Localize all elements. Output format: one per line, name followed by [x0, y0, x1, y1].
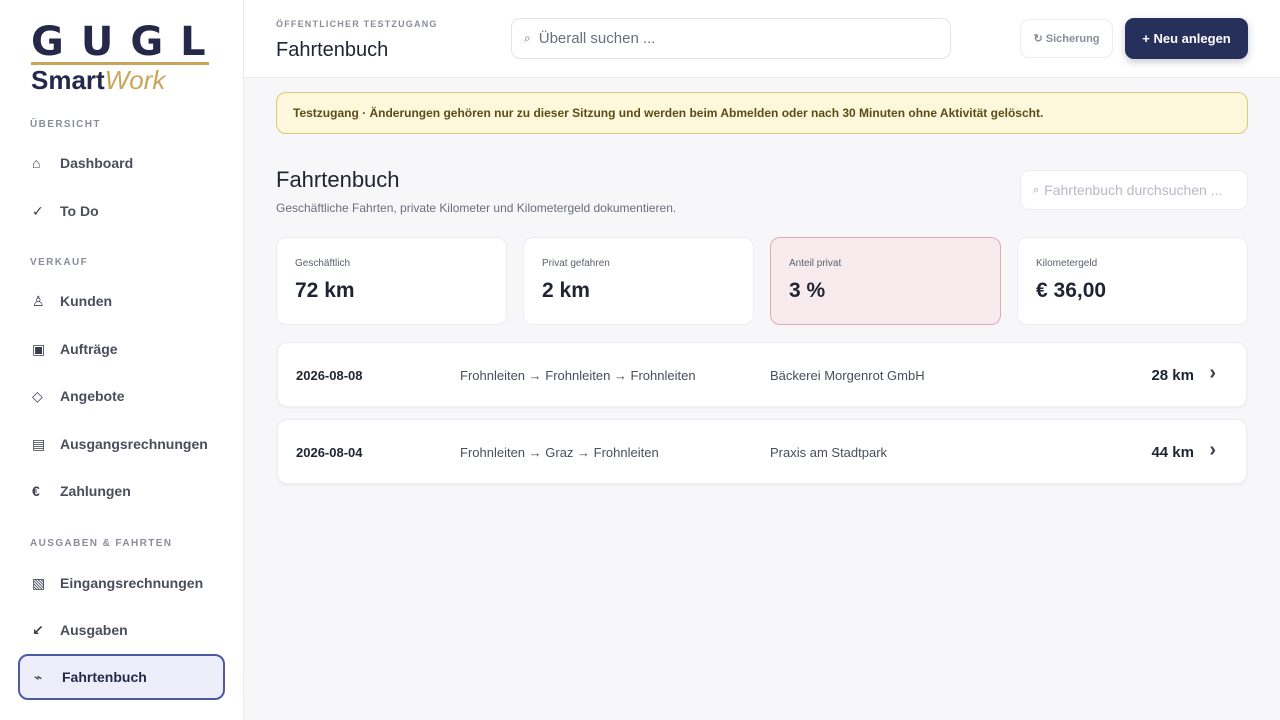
stat-card-private: Privat gefahren 2 km	[523, 237, 754, 325]
sidebar-item-dashboard[interactable]: ⌂ Dashboard	[18, 140, 225, 186]
backup-button[interactable]: ↻ Sicherung	[1020, 19, 1113, 58]
page-title: Fahrtenbuch	[276, 167, 400, 192]
sidebar-item-expenses[interactable]: ↙ Ausgaben	[18, 607, 225, 653]
sidebar-item-label: Fahrtenbuch	[62, 669, 147, 685]
person-icon: ♙	[32, 292, 45, 309]
sidebar-item-label: Kunden	[60, 293, 113, 309]
stat-value: € 36,00	[1036, 279, 1107, 302]
stat-value: 2 km	[542, 279, 590, 302]
trip-row[interactable]: 2026-08-08 Frohnleiten → Frohnleiten → F…	[277, 342, 1247, 407]
diamond-icon: ◇	[32, 387, 43, 404]
sidebar-item-label: Angebote	[60, 388, 125, 404]
stat-label: Privat gefahren	[542, 258, 610, 269]
sidebar-item-orders[interactable]: ▣ Aufträge	[18, 326, 225, 372]
search-icon: ⌕	[1033, 183, 1040, 196]
stat-value: 3 %	[789, 279, 826, 302]
top-header: ÖFFENTLICHER TESTZUGANG Fahrtenbuch ⌕ ↻ …	[244, 0, 1280, 78]
trip-customer: Praxis am Stadtpark	[770, 445, 888, 460]
arrow-down-left-icon: ↙	[32, 621, 44, 638]
trip-distance: 28 km	[1151, 367, 1194, 384]
sidebar-item-payments[interactable]: € Zahlungen	[18, 468, 225, 514]
search-icon: ⌕	[524, 31, 531, 45]
stat-value: 72 km	[295, 279, 355, 302]
logbook-search[interactable]: ⌕	[1020, 170, 1248, 210]
test-access-banner: Testzugang · Änderungen gehören nur zu d…	[276, 92, 1248, 134]
sidebar-item-label: Dashboard	[60, 155, 134, 171]
trip-row[interactable]: 2026-08-04 Frohnleiten → Graz → Frohnlei…	[277, 419, 1247, 484]
trip-customer: Bäckerei Morgenrot GmbH	[770, 368, 925, 383]
sidebar-item-label: Aufträge	[60, 341, 118, 357]
stat-card-mileage-allowance: Kilometergeld € 36,00	[1017, 237, 1248, 325]
sidebar-item-label: Zahlungen	[60, 483, 131, 499]
sidebar-item-customers[interactable]: ♙ Kunden	[18, 278, 225, 324]
global-search[interactable]: ⌕	[511, 18, 951, 59]
checkmark-icon: ✓	[32, 202, 44, 219]
stat-label: Geschäftlich	[295, 258, 351, 269]
stat-label: Kilometergeld	[1036, 258, 1098, 269]
sidebar-item-label: Ausgaben	[60, 622, 128, 638]
trip-route: Frohnleiten → Graz → Frohnleiten	[460, 445, 659, 460]
brand-logo[interactable]: GUGL SmartWork	[31, 22, 213, 94]
global-search-input[interactable]	[538, 30, 919, 47]
logo-wordmark-top: GUGL	[31, 19, 223, 65]
chevron-right-icon[interactable]: ›	[1209, 362, 1216, 385]
nav-section-overview: ÜBERSICHT	[30, 119, 101, 130]
sidebar-item-quotes[interactable]: ◇ Angebote	[18, 373, 225, 419]
home-icon: ⌂	[32, 155, 41, 171]
sidebar-item-label: Ausgangsrechnungen	[60, 436, 208, 452]
logo-wordmark-bottom: SmartWork	[31, 66, 213, 94]
stat-card-private-share: Anteil privat 3 %	[770, 237, 1001, 325]
sidebar-item-outgoing-invoices[interactable]: ▤ Ausgangsrechnungen	[18, 421, 225, 467]
stat-card-business: Geschäftlich 72 km	[276, 237, 507, 325]
logo-work: Work	[104, 65, 166, 95]
sidebar-item-incoming-invoices[interactable]: ▧ Eingangsrechnungen	[18, 560, 225, 606]
invoice-icon: ▤	[32, 435, 46, 452]
new-entry-button[interactable]: + Neu anlegen	[1125, 18, 1248, 59]
sidebar-item-label: Eingangsrechnungen	[60, 575, 204, 591]
sidebar: GUGL SmartWork ÜBERSICHT ⌂ Dashboard ✓ T…	[0, 0, 244, 720]
sidebar-item-todo[interactable]: ✓ To Do	[18, 188, 225, 234]
euro-icon: €	[32, 483, 40, 499]
trip-route: Frohnleiten → Frohnleiten → Frohnleiten	[460, 368, 696, 383]
sidebar-item-label: To Do	[60, 203, 99, 219]
receipt-icon: ▧	[32, 574, 46, 591]
chevron-right-icon[interactable]: ›	[1209, 439, 1216, 462]
box-icon: ▣	[32, 340, 46, 357]
logo-smart: Smart	[31, 65, 105, 95]
sidebar-item-logbook[interactable]: ⌁ Fahrtenbuch	[18, 654, 225, 700]
trip-date: 2026-08-08	[296, 368, 363, 383]
trip-distance: 44 km	[1151, 444, 1194, 461]
stat-label: Anteil privat	[789, 258, 842, 269]
route-icon: ⌁	[34, 668, 43, 685]
trip-date: 2026-08-04	[296, 445, 363, 460]
nav-section-expenses-trips: AUSGABEN & FAHRTEN	[30, 538, 173, 549]
header-title: Fahrtenbuch	[276, 39, 389, 61]
nav-section-sales: VERKAUF	[30, 257, 89, 268]
page-subtitle: Geschäftliche Fahrten, private Kilometer…	[276, 201, 677, 215]
logbook-search-input[interactable]	[1044, 182, 1245, 198]
header-kicker: ÖFFENTLICHER TESTZUGANG	[276, 19, 438, 29]
